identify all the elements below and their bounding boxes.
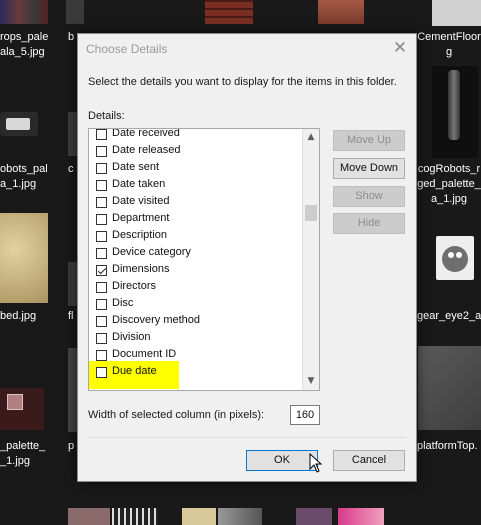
thumbnail[interactable] [0, 388, 44, 430]
file-label[interactable]: _palette_ _1.jpg [0, 439, 48, 469]
file-label[interactable]: cogRobots_r ged_palette_ a_1.jpg [417, 162, 481, 207]
file-label[interactable]: p [68, 439, 77, 454]
detail-item[interactable]: Discovery method [89, 313, 303, 330]
thumbnail[interactable] [68, 112, 77, 156]
thumbnail[interactable] [205, 0, 253, 24]
details-list: Date received Date released Date sent Date … [89, 128, 303, 381]
detail-checkbox[interactable] [96, 282, 107, 293]
thumbnail[interactable] [338, 508, 384, 525]
hide-button[interactable]: Hide [333, 213, 405, 234]
thumbnail[interactable] [66, 0, 84, 24]
detail-item[interactable]: Document ID [89, 347, 303, 364]
move-down-button[interactable]: Move Down [333, 158, 405, 179]
thumbnail[interactable] [68, 348, 77, 432]
detail-checkbox[interactable] [96, 299, 107, 310]
detail-checkbox[interactable] [96, 180, 107, 191]
detail-item-label: Description [112, 229, 168, 241]
detail-checkbox[interactable] [96, 333, 107, 344]
instruction-text: Select the details you want to display f… [88, 76, 397, 88]
detail-item-label: Date received [112, 128, 180, 139]
detail-checkbox[interactable] [96, 248, 107, 259]
detail-item-label: Division [112, 331, 151, 343]
detail-item-label: Document ID [112, 348, 177, 360]
detail-checkbox[interactable] [96, 231, 107, 242]
detail-item[interactable]: Division [89, 330, 303, 347]
detail-item[interactable]: Device category [89, 245, 303, 262]
thumbnail[interactable] [68, 262, 77, 306]
separator [88, 437, 406, 438]
detail-checkbox[interactable] [96, 163, 107, 174]
detail-item[interactable]: Date visited [89, 194, 303, 211]
details-listbox[interactable]: Date received Date released Date sent Date … [88, 128, 320, 391]
close-icon[interactable]: ✕ [390, 38, 410, 58]
detail-item[interactable]: Due date [89, 364, 303, 381]
detail-item[interactable]: Date released [89, 143, 303, 160]
thumbnail[interactable] [296, 508, 332, 525]
mouse-cursor-icon [309, 453, 323, 473]
detail-checkbox[interactable] [96, 129, 107, 140]
detail-item[interactable]: Date taken [89, 177, 303, 194]
detail-item[interactable]: Dimensions [89, 262, 303, 279]
details-label: Details: [88, 110, 125, 122]
vertical-scrollbar[interactable]: ▲ ▼ [302, 129, 319, 390]
detail-item-label: Date visited [112, 195, 170, 207]
detail-item-label: Dimensions [112, 263, 170, 275]
detail-item-label: Device category [112, 246, 191, 258]
thumbnail[interactable] [218, 508, 262, 525]
detail-checkbox[interactable] [96, 146, 107, 157]
cancel-button[interactable]: Cancel [333, 450, 405, 471]
detail-item-label: Due date [112, 365, 157, 377]
file-label[interactable]: fl [68, 309, 77, 324]
detail-item[interactable]: Date received [89, 128, 303, 143]
thumbnail[interactable] [112, 508, 158, 525]
file-label[interactable]: b [68, 30, 77, 45]
detail-item[interactable]: Department [89, 211, 303, 228]
ok-button[interactable]: OK [246, 450, 318, 471]
detail-item-label: Date sent [112, 161, 160, 173]
detail-checkbox[interactable] [96, 197, 107, 208]
file-label[interactable]: obots_palett a_1.jpg [0, 162, 48, 192]
column-width-label: Width of selected column (in pixels): [88, 409, 265, 421]
file-label[interactable]: c [68, 162, 77, 177]
detail-item-label: Date taken [112, 178, 166, 190]
detail-checkbox[interactable] [96, 367, 107, 378]
choose-details-dialog: Choose Details ✕ Select the details you … [77, 33, 417, 482]
file-label[interactable]: platformTop. [417, 439, 481, 454]
detail-item[interactable]: Date sent [89, 160, 303, 177]
file-label[interactable]: gear_eye2_a. [417, 309, 481, 324]
file-label[interactable]: rops_pale ala_5.jpg [0, 30, 48, 60]
detail-item-label: Department [112, 212, 170, 224]
detail-item-label: Discovery method [112, 314, 201, 326]
file-label[interactable]: bed.jpg [0, 309, 48, 324]
thumbnail[interactable] [432, 0, 481, 26]
file-label[interactable]: CementFloor g [417, 30, 481, 60]
scroll-down-icon[interactable]: ▼ [303, 373, 319, 390]
scroll-thumb[interactable] [305, 205, 317, 221]
dialog-title: Choose Details [86, 42, 168, 56]
thumbnail[interactable] [0, 213, 48, 303]
move-up-button[interactable]: Move Up [333, 130, 405, 151]
thumbnail[interactable] [318, 0, 364, 24]
detail-item-label: Disc [112, 297, 134, 309]
thumbnail[interactable] [182, 508, 216, 525]
gimp-icon[interactable] [436, 236, 474, 280]
detail-checkbox[interactable] [96, 316, 107, 327]
thumbnail[interactable] [68, 508, 110, 525]
thumbnail[interactable] [0, 112, 38, 136]
thumbnail[interactable] [432, 66, 478, 158]
detail-item[interactable]: Disc [89, 296, 303, 313]
detail-item[interactable]: Directors [89, 279, 303, 296]
scroll-up-icon[interactable]: ▲ [303, 129, 319, 146]
detail-item-label: Date released [112, 144, 181, 156]
detail-checkbox[interactable] [96, 350, 107, 361]
thumbnail[interactable] [0, 0, 48, 24]
detail-checkbox[interactable] [96, 214, 107, 225]
thumbnail[interactable] [418, 346, 481, 430]
detail-item-label: Directors [112, 280, 157, 292]
detail-item[interactable]: Description [89, 228, 303, 245]
column-width-input[interactable]: 160 [290, 405, 320, 425]
detail-checkbox[interactable] [96, 265, 107, 276]
show-button[interactable]: Show [333, 186, 405, 207]
